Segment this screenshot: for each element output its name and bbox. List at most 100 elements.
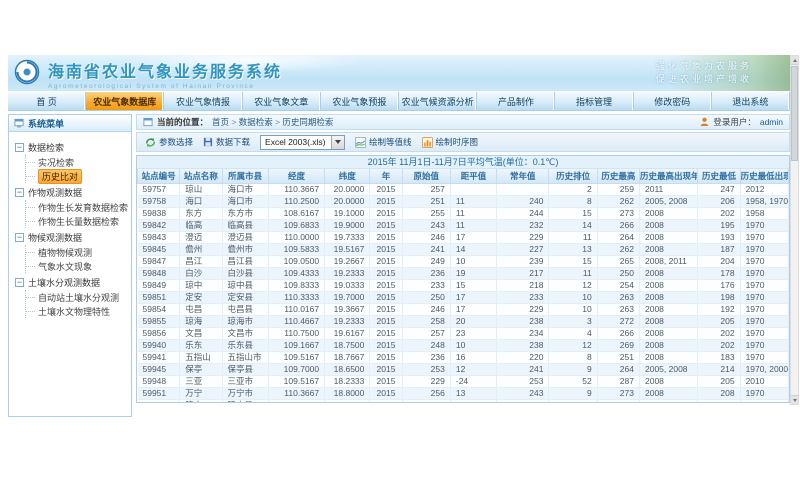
- cell: 220: [497, 351, 549, 363]
- cell: [450, 183, 496, 195]
- dropdown-button[interactable]: [331, 136, 344, 149]
- nav-tab-2[interactable]: 农业气象情报: [164, 92, 242, 110]
- draw-isoline-label: 绘制等值线: [369, 136, 412, 148]
- cell: 233: [497, 291, 549, 303]
- sidebar-group-header-1[interactable]: −作物观测数据: [15, 185, 129, 200]
- cell: 187: [698, 243, 740, 255]
- collapse-icon[interactable]: −: [15, 233, 24, 242]
- nav-tab-7[interactable]: 指标管理: [555, 92, 633, 110]
- cell: 246: [402, 303, 450, 315]
- sidebar-item-3-0[interactable]: 自动站土壤水分观测: [26, 290, 129, 304]
- table-row[interactable]: 59856文昌文昌市110.750019.6167201525723234426…: [138, 327, 789, 339]
- scrollbar-thumb[interactable]: [791, 66, 798, 161]
- cell: 文昌市: [222, 327, 268, 339]
- cell: 11: [549, 231, 597, 243]
- cell: 五指山市: [222, 351, 268, 363]
- data-download-button[interactable]: 数据下载: [203, 136, 250, 148]
- sidebar-item-label: 历史比对: [38, 169, 82, 184]
- cell: [497, 183, 549, 195]
- param-select-button[interactable]: 参数选择: [145, 136, 193, 148]
- cell: 241: [497, 363, 549, 375]
- table-row[interactable]: 59945保亭保亭县109.700018.6500201525312241926…: [138, 363, 789, 375]
- table-row[interactable]: 59854屯昌屯昌县110.016719.3667201524617229102…: [138, 303, 789, 315]
- cell: 2005, 2008: [639, 363, 697, 375]
- sidebar-group-items-0: 实况检索历史比对: [25, 155, 129, 183]
- cell: 东方: [180, 207, 222, 219]
- cell: 16: [450, 351, 496, 363]
- table-row[interactable]: 59948三亚三亚市109.516718.23332015229-2425352…: [138, 375, 789, 387]
- cell: 239: [497, 255, 549, 267]
- sidebar-item-2-0[interactable]: 植物物候观测: [26, 245, 129, 259]
- sidebar-item-3-1[interactable]: 土壤水文物理特性: [26, 304, 129, 318]
- sidebar-item-0-0[interactable]: 实况检索: [26, 155, 129, 169]
- nav-tab-8[interactable]: 修改密码: [634, 92, 712, 110]
- table-row[interactable]: 59845儋州儋州市109.583319.5167201524114227132…: [138, 243, 789, 255]
- table-row[interactable]: 59758海口海口市110.250020.0000201525111240826…: [138, 195, 789, 207]
- cell: 五指山: [180, 351, 222, 363]
- sidebar-item-label: 实况检索: [38, 156, 74, 169]
- cell: 11: [450, 399, 496, 403]
- nav-tab-4[interactable]: 农业气象预报: [321, 92, 399, 110]
- table-row[interactable]: 59855琼海琼海市110.466719.2333201525820238327…: [138, 315, 789, 327]
- scroll-up-arrow-icon[interactable]: [791, 56, 798, 65]
- collapse-icon[interactable]: −: [15, 278, 24, 287]
- sidebar-item-1-0[interactable]: 作物生长发育数据检索: [26, 200, 129, 214]
- cell: 9: [549, 387, 597, 399]
- table-row[interactable]: 59838东方东方市108.616719.1000201525511244152…: [138, 207, 789, 219]
- nav-tab-6[interactable]: 产品制作: [477, 92, 555, 110]
- sidebar-group-header-0[interactable]: −数据检索: [15, 140, 129, 155]
- table-row[interactable]: 59954陵水陵水县110.033318.5000201525811248112…: [138, 399, 789, 403]
- scroll-down-arrow-icon[interactable]: [791, 395, 798, 404]
- nav-tab-5[interactable]: 农业气候资源分析: [399, 92, 477, 110]
- breadcrumb-item-1[interactable]: 数据检索: [239, 117, 273, 127]
- cell: 2008: [639, 387, 697, 399]
- export-format-dropdown[interactable]: Excel 2003(.xls): [260, 135, 345, 150]
- nav-tab-0[interactable]: 首 页: [8, 92, 86, 110]
- nav-tab-3[interactable]: 农业气象文章: [243, 92, 321, 110]
- cell: 178: [698, 267, 740, 279]
- table-row[interactable]: 59941五指山五指山市109.516718.76672015236162208…: [138, 351, 789, 363]
- sidebar-item-2-1[interactable]: 气象水文现象: [26, 259, 129, 273]
- cell: 10: [450, 255, 496, 267]
- table-row[interactable]: 59940乐东乐东县109.166718.7500201524810238122…: [138, 339, 789, 351]
- draw-timeseries-button[interactable]: 绘制时序图: [422, 136, 479, 148]
- cell: 234: [497, 327, 549, 339]
- nav-tab-1[interactable]: 农业气象数据库: [86, 92, 164, 110]
- draw-isoline-button[interactable]: 绘制等值线: [355, 136, 412, 148]
- cell: 263: [597, 291, 639, 303]
- main-panel: 当前的位置： 首页 > 数据检索 > 历史同期检索 登录用户：admin: [136, 114, 790, 417]
- table-row[interactable]: 59842临高临高县109.683319.9000201524311232142…: [138, 219, 789, 231]
- cell: 19.9000: [325, 219, 370, 231]
- cell: 110.3667: [268, 183, 324, 195]
- table-row[interactable]: 59843澄迈澄迈县110.000019.7333201524617229112…: [138, 231, 789, 243]
- breadcrumb-item-2[interactable]: 历史同期检索: [282, 117, 333, 127]
- collapse-icon[interactable]: −: [15, 188, 24, 197]
- cell: 241: [402, 243, 450, 255]
- collapse-icon[interactable]: −: [15, 143, 24, 152]
- sidebar-item-1-1[interactable]: 作物生长量数据检索: [26, 214, 129, 228]
- cell: 110.3333: [268, 291, 324, 303]
- table-row[interactable]: 59847昌江昌江县109.050019.2667201524910239152…: [138, 255, 789, 267]
- cell: 248: [402, 339, 450, 351]
- cell: 1970: [740, 255, 788, 267]
- sidebar-group-items-1: 作物生长发育数据检索作物生长量数据检索: [25, 200, 129, 228]
- sidebar-group-header-2[interactable]: −物候观测数据: [15, 230, 129, 245]
- table-row[interactable]: 59757琼山海口市110.366720.0000201525722592011…: [138, 183, 789, 195]
- cell: 18.7667: [325, 351, 370, 363]
- cell: 18.6500: [325, 363, 370, 375]
- cell: 13: [450, 387, 496, 399]
- cell: 109.7000: [268, 363, 324, 375]
- sidebar-group-header-3[interactable]: −土壤水分观测数据: [15, 275, 129, 290]
- breadcrumb-item-0[interactable]: 首页: [212, 117, 229, 127]
- sidebar-item-0-1[interactable]: 历史比对: [26, 169, 129, 183]
- nav-tab-9[interactable]: 退出系统: [712, 92, 790, 110]
- table-row[interactable]: 59851定安定安县110.333319.7000201525017233102…: [138, 291, 789, 303]
- cell: 19.6167: [325, 327, 370, 339]
- table-row[interactable]: 59849琼中琼中县109.833319.0333201523315218122…: [138, 279, 789, 291]
- cell: 59838: [138, 207, 180, 219]
- cell: 198: [698, 291, 740, 303]
- vertical-scrollbar[interactable]: [790, 55, 799, 405]
- cell: 258: [402, 315, 450, 327]
- table-row[interactable]: 59951万宁万宁市110.366718.8000201525613243927…: [138, 387, 789, 399]
- table-row[interactable]: 59848白沙白沙县109.433319.2333201523619217112…: [138, 267, 789, 279]
